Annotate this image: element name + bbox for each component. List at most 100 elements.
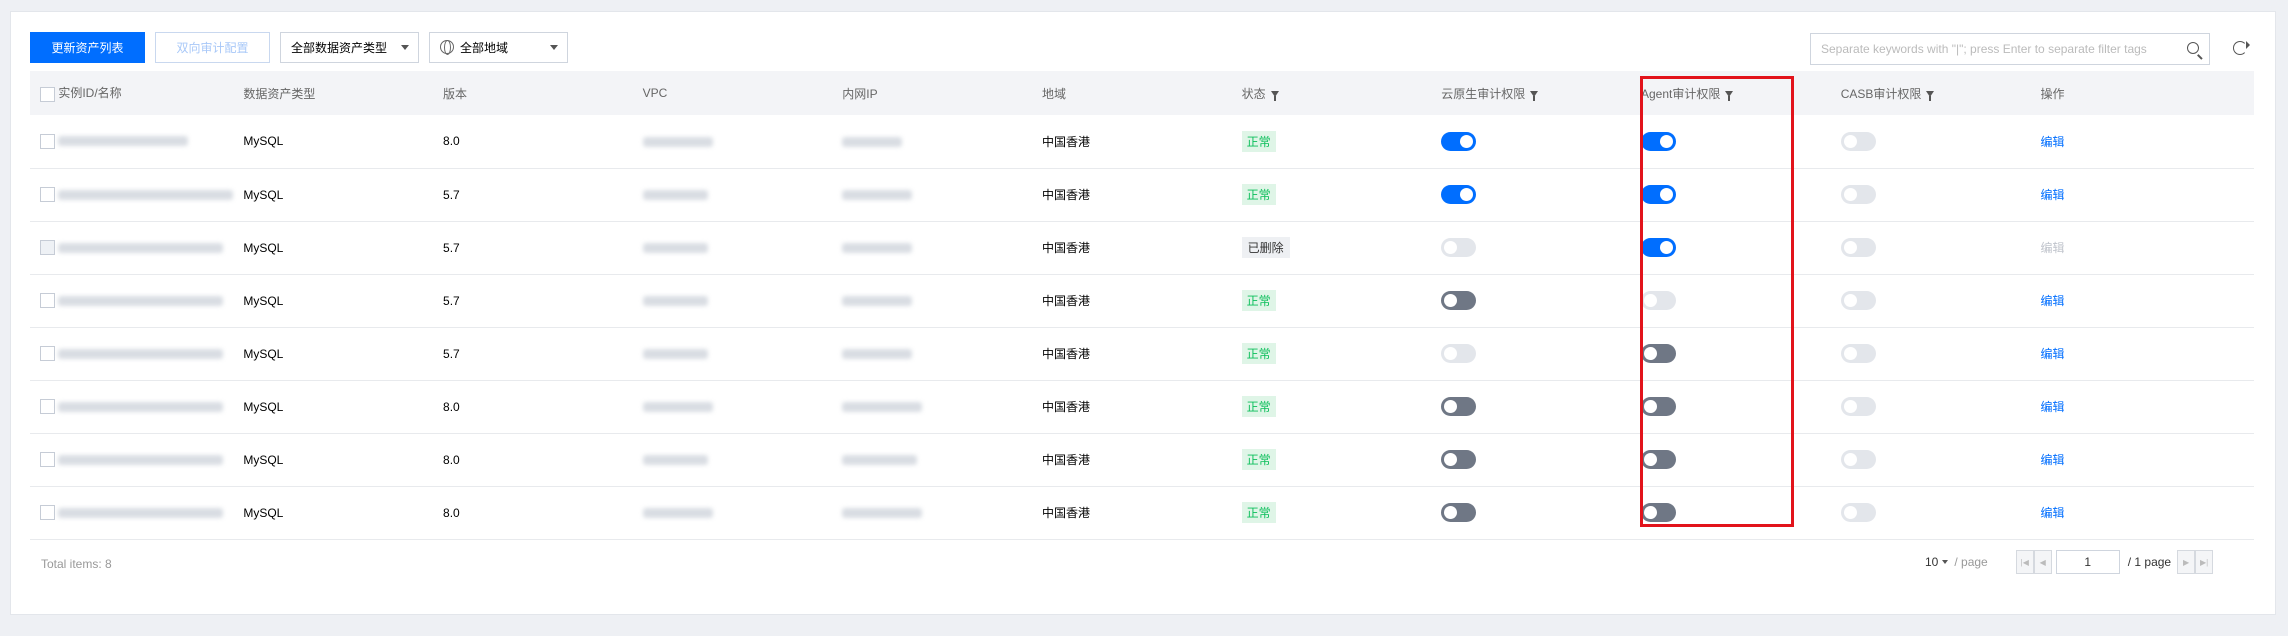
search-placeholder: Separate keywords with "|"; press Enter … <box>1821 42 2147 56</box>
agent-toggle[interactable] <box>1640 503 1676 522</box>
agent-toggle[interactable] <box>1640 185 1676 204</box>
status-badge: 已删除 <box>1241 237 1290 258</box>
page-size-value: 10 <box>1925 555 1939 569</box>
filter-icon[interactable] <box>1270 91 1279 102</box>
cloud-native-toggle[interactable] <box>1441 450 1477 469</box>
edit-link[interactable]: 编辑 <box>2040 135 2064 149</box>
instance-id-redacted <box>58 295 224 306</box>
agent-toggle[interactable] <box>1640 344 1676 363</box>
vpc-redacted <box>642 455 708 466</box>
row-checkbox[interactable] <box>40 293 55 309</box>
cloud-native-toggle[interactable] <box>1441 131 1477 151</box>
select-all-checkbox[interactable] <box>40 86 55 102</box>
region-select-value: 全部地域 <box>460 40 509 55</box>
update-asset-list-button[interactable]: 更新资产列表 <box>30 31 145 63</box>
header-cloud-native: 云原生审计权限 <box>1431 71 1631 115</box>
cell-region: 中国香港 <box>1041 400 1090 414</box>
page-size-select[interactable]: 10 <box>1925 555 1949 569</box>
cell-casb <box>1831 327 2031 380</box>
header-action: 操作 <box>2040 86 2065 101</box>
header-version: 版本 <box>443 86 468 101</box>
agent-toggle[interactable] <box>1640 131 1676 151</box>
asset-type-select[interactable]: 全部数据资产类型 <box>280 31 419 63</box>
first-page-icon[interactable]: |◀ <box>2015 550 2034 574</box>
edit-link[interactable]: 编辑 <box>2040 294 2064 308</box>
cell-ip <box>832 327 1032 380</box>
cell-action: 编辑 <box>2030 168 2254 221</box>
status-badge: 正常 <box>1241 184 1276 205</box>
cell-instance <box>30 380 233 433</box>
cell-cloud-native <box>1431 168 1631 221</box>
cell-casb <box>1831 168 2031 221</box>
instance-id-redacted <box>58 454 224 465</box>
status-badge: 正常 <box>1241 502 1276 523</box>
edit-link[interactable]: 编辑 <box>2040 506 2064 520</box>
agent-toggle[interactable] <box>1640 397 1676 416</box>
cloud-native-toggle[interactable] <box>1441 291 1477 310</box>
table-header-row: 实例ID/名称 数据资产类型 版本 VPC 内网IP 地域 状态 云原生审计权限… <box>30 71 2254 115</box>
edit-link[interactable]: 编辑 <box>2040 188 2064 202</box>
vpc-redacted <box>642 402 713 413</box>
cell-type: MySQL <box>243 134 284 149</box>
cell-action: 编辑 <box>2030 274 2254 327</box>
filter-icon[interactable] <box>1530 91 1539 102</box>
edit-link[interactable]: 编辑 <box>2040 347 2064 361</box>
next-page-icon[interactable]: ▶ <box>2177 550 2196 574</box>
cell-region: 中国香港 <box>1041 188 1090 202</box>
cell-instance <box>30 327 233 380</box>
filter-icon[interactable] <box>1926 91 1935 102</box>
casb-toggle <box>1840 450 1876 469</box>
casb-toggle <box>1840 344 1876 363</box>
cell-agent <box>1631 380 1831 433</box>
row-checkbox[interactable] <box>40 505 55 521</box>
table-row: MySQL 5.7 中国香港 正常 编辑 <box>30 274 2254 327</box>
agent-toggle[interactable] <box>1640 238 1676 257</box>
cell-type: MySQL <box>243 399 284 414</box>
cell-instance <box>30 221 233 274</box>
last-page-icon[interactable]: ▶| <box>2195 550 2214 574</box>
edit-link[interactable]: 编辑 <box>2040 400 2064 414</box>
search-icon[interactable] <box>2187 42 2199 54</box>
cell-casb <box>1831 486 2031 539</box>
filter-icon[interactable] <box>1725 91 1734 102</box>
ip-redacted <box>842 508 923 519</box>
refresh-icon[interactable] <box>2233 41 2250 55</box>
agent-toggle <box>1640 291 1676 310</box>
cell-version: 5.7 <box>443 293 460 308</box>
prev-page-icon[interactable]: ◀ <box>2033 550 2052 574</box>
cell-agent <box>1631 327 1831 380</box>
cell-status: 正常 <box>1232 380 1432 433</box>
header-status: 状态 <box>1232 71 1432 115</box>
row-checkbox[interactable] <box>40 187 55 203</box>
status-badge: 正常 <box>1241 290 1276 311</box>
edit-link[interactable]: 编辑 <box>2040 453 2064 467</box>
agent-toggle[interactable] <box>1640 450 1676 469</box>
cloud-native-toggle[interactable] <box>1441 397 1477 416</box>
row-checkbox[interactable] <box>40 452 55 468</box>
row-checkbox[interactable] <box>40 346 55 362</box>
total-pages: / 1 page <box>2127 555 2172 569</box>
cell-version: 8.0 <box>443 505 460 520</box>
vpc-redacted <box>642 137 713 148</box>
row-checkbox[interactable] <box>40 133 55 149</box>
cell-type: MySQL <box>243 346 284 361</box>
row-checkbox[interactable] <box>40 399 55 415</box>
cell-cloud-native <box>1431 433 1631 486</box>
cloud-native-toggle[interactable] <box>1441 185 1477 204</box>
cell-type: MySQL <box>243 505 284 520</box>
ip-redacted <box>842 455 918 466</box>
cell-region: 中国香港 <box>1041 241 1090 255</box>
cell-region: 中国香港 <box>1041 134 1090 149</box>
casb-toggle <box>1840 238 1876 257</box>
cell-ip <box>832 168 1032 221</box>
cell-region: 中国香港 <box>1041 453 1090 467</box>
ip-redacted <box>842 349 913 360</box>
search-input[interactable]: Separate keywords with "|"; press Enter … <box>1810 33 2210 65</box>
cell-instance <box>30 274 233 327</box>
region-select[interactable]: 全部地域 <box>429 31 568 63</box>
cell-status: 正常 <box>1232 433 1432 486</box>
cell-action: 编辑 <box>2030 380 2254 433</box>
cloud-native-toggle[interactable] <box>1441 503 1477 522</box>
header-ip: 内网IP <box>842 86 878 101</box>
page-number-input[interactable]: 1 <box>2055 550 2120 574</box>
